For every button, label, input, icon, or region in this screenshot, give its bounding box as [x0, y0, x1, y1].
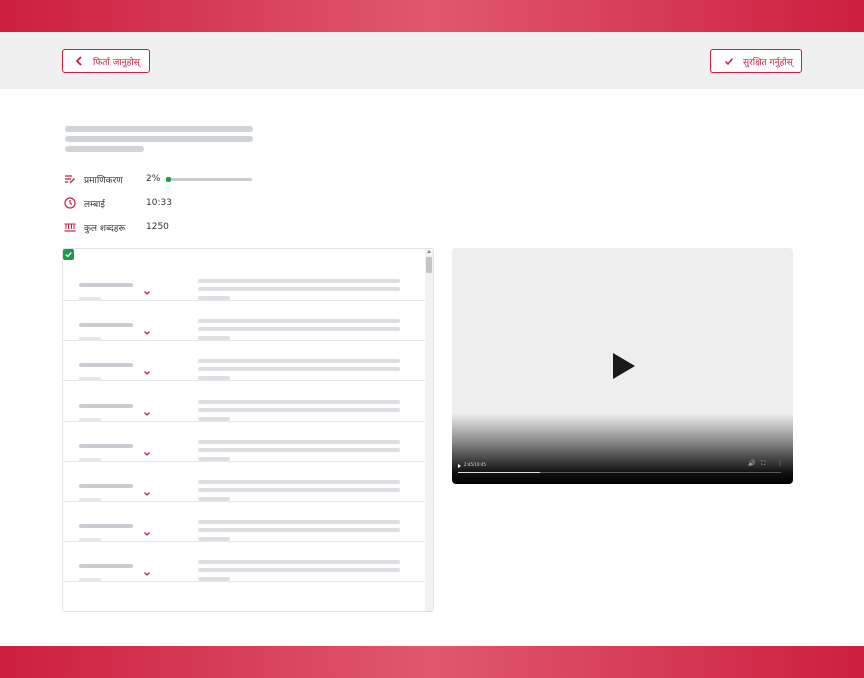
word-count-row: कुल शब्दहरू 1250: [64, 220, 175, 234]
scroll-thumb[interactable]: [426, 257, 432, 273]
video-progress-bar[interactable]: [458, 472, 781, 473]
fullscreen-icon[interactable]: ⛶: [761, 461, 765, 467]
video-progress-fill: [458, 472, 541, 473]
segment-speaker-placeholder: [79, 443, 133, 448]
edit-list-icon: [64, 173, 76, 185]
authentication-progress: [166, 176, 253, 182]
chevron-down-icon[interactable]: [143, 281, 151, 295]
video-controls: 2:45/10:45 🔊 ⛶ ⋮: [452, 458, 793, 484]
segment-text-placeholder: [198, 537, 230, 542]
word-count-value: 1250: [146, 222, 169, 232]
play-icon[interactable]: [612, 352, 636, 384]
check-icon: [723, 55, 735, 67]
authentication-value: 2%: [146, 174, 161, 184]
length-row: लम्बाई 10:33: [64, 196, 178, 210]
segment-text-placeholder: [198, 456, 230, 461]
back-button[interactable]: फिर्ता जानुहोस्: [62, 49, 150, 73]
segment-text-placeholder: [198, 439, 400, 444]
segment-text-placeholder: [198, 480, 400, 484]
segment-text-placeholder: [198, 568, 400, 573]
authentication-progress-fill: [166, 176, 172, 182]
segment-row[interactable]: [63, 341, 427, 382]
video-time: 2:45/10:45: [464, 462, 486, 467]
segment-row[interactable]: [63, 382, 427, 422]
chevron-left-icon: [73, 55, 85, 67]
segment-text-placeholder: [198, 319, 400, 324]
segment-text-placeholder: [198, 577, 230, 582]
segment-speaker-placeholder: [79, 363, 133, 368]
segment-speaker-placeholder: [79, 323, 133, 328]
chevron-down-icon[interactable]: [143, 321, 151, 336]
volume-icon[interactable]: 🔊: [748, 461, 755, 467]
segment-text-placeholder: [198, 520, 400, 525]
chevron-down-icon[interactable]: [143, 442, 151, 456]
chevron-down-icon[interactable]: [143, 522, 151, 537]
segment-text-placeholder: [198, 447, 400, 452]
segment-text-placeholder: [198, 416, 230, 421]
select-all-checkbox[interactable]: [63, 249, 74, 260]
bottom-brand-band: [0, 646, 864, 678]
segment-row[interactable]: [63, 301, 427, 342]
segment-text-placeholder: [198, 497, 230, 501]
small-play-icon[interactable]: [458, 464, 461, 468]
authentication-label: प्रमाणिकरण: [84, 175, 123, 186]
segment-text-placeholder: [198, 488, 400, 492]
segment-text-placeholder: [198, 399, 400, 404]
segment-text-placeholder: [198, 359, 400, 364]
chevron-down-icon[interactable]: [143, 361, 151, 376]
segment-speaker-placeholder: [79, 484, 133, 488]
more-options-icon[interactable]: ⋮: [777, 461, 783, 467]
chevron-down-icon[interactable]: [143, 562, 151, 577]
back-button-label: फिर्ता जानुहोस्: [93, 57, 140, 68]
clock-icon: [64, 197, 76, 209]
scroll-up-arrow[interactable]: [427, 250, 431, 253]
save-button[interactable]: सुरक्षित गर्नुहोस्: [710, 49, 802, 73]
segment-time-placeholder: [79, 578, 101, 583]
segment-text-placeholder: [198, 560, 400, 565]
segment-list: [62, 248, 434, 612]
scrollbar[interactable]: [425, 249, 433, 611]
segment-row[interactable]: [63, 422, 427, 462]
segment-text-placeholder: [198, 376, 230, 381]
segment-speaker-placeholder: [79, 403, 133, 408]
title-placeholder: [65, 126, 253, 156]
length-value: 10:33: [146, 198, 172, 208]
segment-speaker-placeholder: [79, 283, 133, 287]
chevron-down-icon[interactable]: [143, 482, 151, 496]
top-brand-band: [0, 0, 864, 32]
segment-text-placeholder: [198, 296, 230, 300]
segment-speaker-placeholder: [79, 524, 133, 529]
segment-text-placeholder: [198, 367, 400, 372]
authentication-row: प्रमाणिकरण 2%: [64, 172, 253, 186]
word-count-label: कुल शब्दहरू: [84, 223, 126, 234]
segment-row[interactable]: [63, 462, 427, 502]
segment-text-placeholder: [198, 327, 400, 332]
segment-text-placeholder: [198, 287, 400, 291]
word-count-icon: [64, 221, 76, 233]
segment-text-placeholder: [198, 407, 400, 412]
segment-row[interactable]: [63, 261, 427, 301]
length-label: लम्बाई: [84, 199, 105, 210]
chevron-down-icon[interactable]: [143, 402, 151, 416]
save-button-label: सुरक्षित गर्नुहोस्: [743, 57, 793, 68]
header-bar: फिर्ता जानुहोस् सुरक्षित गर्नुहोस्: [0, 32, 864, 89]
segment-speaker-placeholder: [79, 564, 133, 569]
segment-row[interactable]: [63, 502, 427, 543]
video-player[interactable]: 2:45/10:45 🔊 ⛶ ⋮: [452, 248, 793, 484]
segment-text-placeholder: [198, 336, 230, 341]
segment-text-placeholder: [198, 528, 400, 533]
segment-row[interactable]: [63, 542, 427, 583]
segment-text-placeholder: [198, 279, 400, 283]
